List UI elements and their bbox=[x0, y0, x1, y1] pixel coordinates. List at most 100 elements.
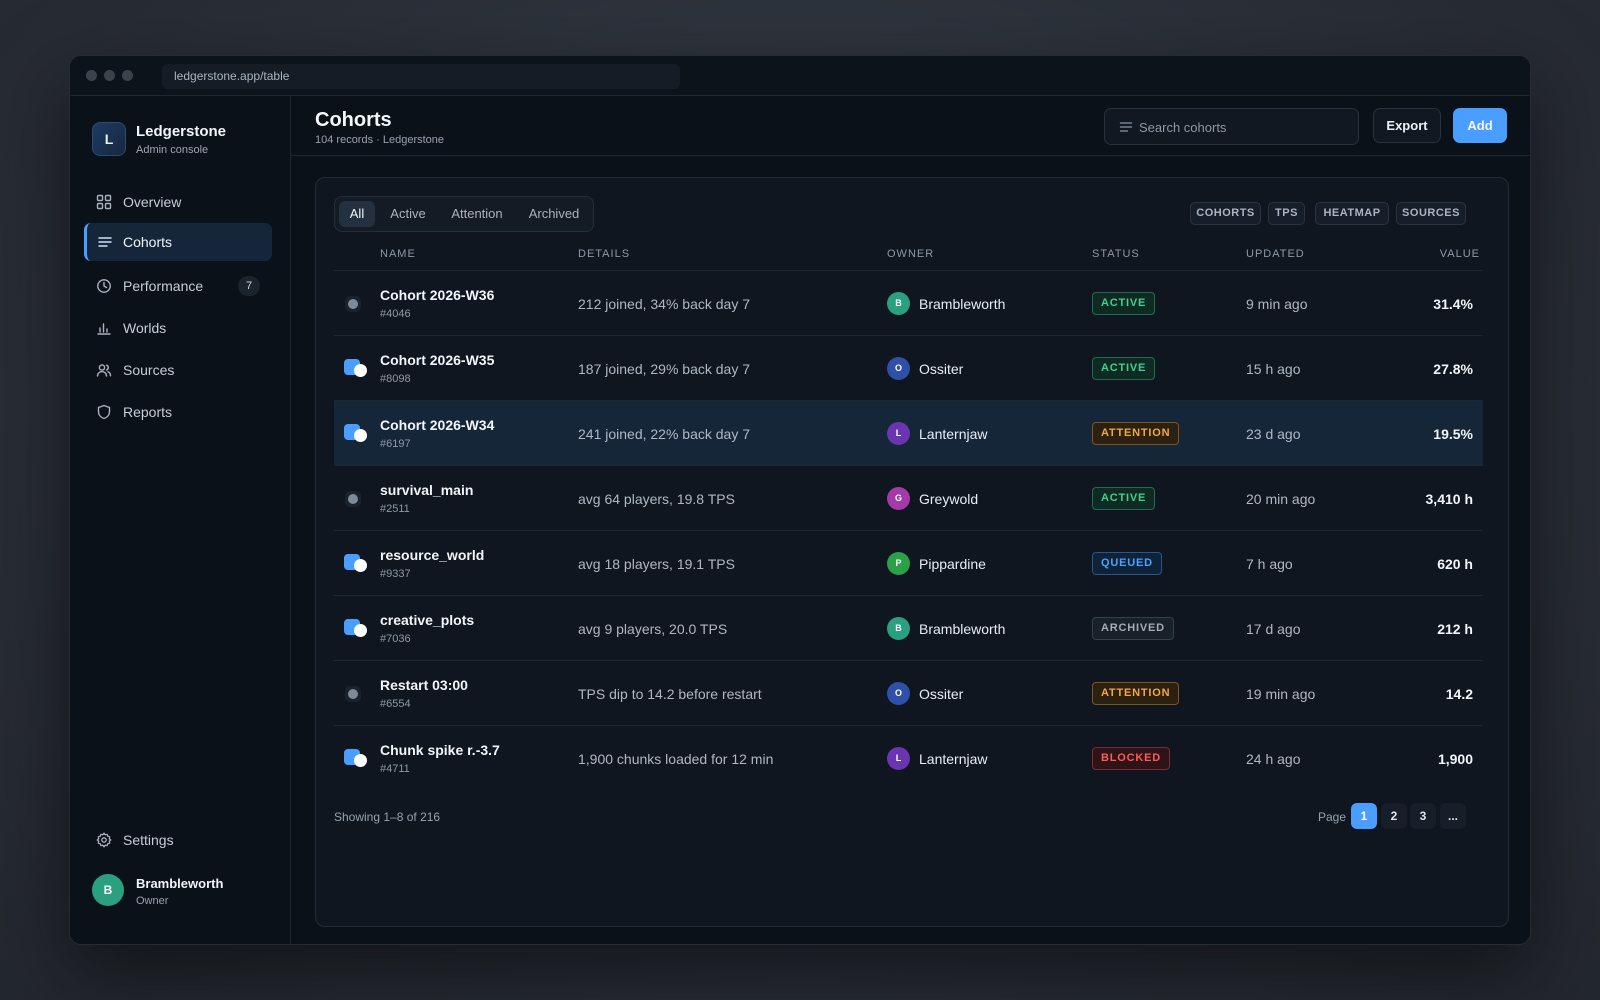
table-row[interactable]: resource_world #9337 avg 18 players, 19.1 … bbox=[334, 530, 1483, 595]
sidebar-item-label: Performance bbox=[123, 278, 204, 294]
row-updated: 15 h ago bbox=[1246, 361, 1301, 377]
tab-archived[interactable]: Archived bbox=[519, 201, 589, 227]
window-close-dot[interactable] bbox=[86, 70, 97, 81]
performance-count-badge: 7 bbox=[238, 276, 260, 296]
bar-chart-icon bbox=[97, 323, 111, 335]
column-header-owner[interactable]: OWNER bbox=[887, 248, 934, 260]
row-toggle[interactable] bbox=[344, 749, 367, 767]
table-row[interactable]: Cohort 2026-W35 #8098 187 joined, 29% back… bbox=[334, 335, 1483, 400]
row-toggle[interactable] bbox=[345, 296, 361, 312]
grid-icon bbox=[96, 194, 112, 210]
page-button-2[interactable]: 2 bbox=[1381, 803, 1407, 829]
user-role: Owner bbox=[136, 895, 169, 907]
row-name[interactable]: Cohort 2026-W34 bbox=[380, 417, 494, 433]
list-icon bbox=[98, 237, 112, 247]
owner-name: Pippardine bbox=[919, 556, 986, 572]
owner-avatar: P bbox=[887, 552, 910, 575]
chip-tps[interactable]: TPS bbox=[1268, 202, 1305, 225]
add-button[interactable]: Add bbox=[1453, 108, 1507, 143]
owner-name: Lanternjaw bbox=[919, 751, 988, 767]
chip-heatmap[interactable]: HEATMAP bbox=[1315, 202, 1389, 225]
row-details: 241 joined, 22% back day 7 bbox=[578, 426, 751, 442]
sidebar-item-performance[interactable]: Performance 7 bbox=[84, 267, 272, 305]
sidebar-item-sources[interactable]: Sources bbox=[84, 351, 272, 389]
owner-avatar: L bbox=[887, 747, 910, 770]
sidebar-item-reports[interactable]: Reports bbox=[84, 393, 272, 431]
row-name[interactable]: Chunk spike r.-3.7 bbox=[380, 742, 500, 758]
row-updated: 9 min ago bbox=[1246, 296, 1308, 312]
row-id: #6197 bbox=[380, 438, 411, 450]
table-row[interactable]: Restart 03:00 #6554 TPS dip to 14.2 before… bbox=[334, 660, 1483, 725]
row-name[interactable]: resource_world bbox=[380, 547, 484, 563]
row-id: #4711 bbox=[380, 763, 410, 775]
url-bar[interactable]: ledgerstone.app/table bbox=[162, 64, 680, 89]
row-value: 620 h bbox=[1437, 556, 1473, 572]
window-maximize-dot[interactable] bbox=[122, 70, 133, 81]
tab-attention[interactable]: Attention bbox=[439, 201, 515, 227]
row-toggle[interactable] bbox=[344, 619, 367, 637]
row-updated: 17 d ago bbox=[1246, 621, 1301, 637]
row-toggle[interactable] bbox=[344, 424, 367, 442]
search-input[interactable]: Search cohorts bbox=[1104, 108, 1359, 145]
page-button-1[interactable]: 1 bbox=[1351, 803, 1377, 829]
chip-sources[interactable]: SOURCES bbox=[1396, 202, 1466, 225]
status-badge: ACTIVE bbox=[1092, 292, 1156, 315]
sidebar-item-worlds[interactable]: Worlds bbox=[84, 309, 272, 347]
toggle-knob bbox=[348, 494, 358, 504]
tab-active[interactable]: Active bbox=[381, 201, 435, 227]
toggle-knob bbox=[354, 624, 367, 637]
search-placeholder: Search cohorts bbox=[1139, 120, 1227, 135]
owner-name: Lanternjaw bbox=[919, 426, 988, 442]
row-toggle[interactable] bbox=[344, 359, 367, 377]
column-header-status[interactable]: STATUS bbox=[1092, 248, 1140, 260]
toggle-knob bbox=[354, 364, 367, 377]
row-updated: 23 d ago bbox=[1246, 426, 1301, 442]
row-details: 187 joined, 29% back day 7 bbox=[578, 361, 751, 377]
table-row[interactable]: Cohort 2026-W34 #6197 241 joined, 22% back… bbox=[334, 400, 1483, 465]
sidebar-item-cohorts[interactable]: Cohorts bbox=[84, 223, 272, 261]
page-button-3[interactable]: 3 bbox=[1410, 803, 1436, 829]
row-value: 31.4% bbox=[1433, 296, 1473, 312]
row-id: #8098 bbox=[380, 373, 411, 385]
table-row[interactable]: Chunk spike r.-3.7 #4711 1,900 chunks load… bbox=[334, 725, 1483, 790]
page-label: Page bbox=[1318, 810, 1347, 824]
row-name[interactable]: Restart 03:00 bbox=[380, 677, 468, 693]
row-name[interactable]: Cohort 2026-W35 bbox=[380, 352, 494, 368]
export-button[interactable]: Export bbox=[1373, 108, 1441, 143]
column-header-name[interactable]: NAME bbox=[380, 248, 416, 260]
row-value: 212 h bbox=[1437, 621, 1473, 637]
column-header-value[interactable]: VALUE bbox=[1440, 248, 1480, 260]
column-header-updated[interactable]: UPDATED bbox=[1246, 248, 1305, 260]
tab-all[interactable]: All bbox=[339, 201, 375, 227]
chip-cohorts[interactable]: COHORTS bbox=[1190, 202, 1261, 225]
sidebar-item-settings[interactable]: Settings bbox=[84, 821, 272, 859]
row-toggle[interactable] bbox=[345, 686, 361, 702]
sidebar-item-overview[interactable]: Overview bbox=[84, 183, 272, 221]
owner-avatar: O bbox=[887, 682, 910, 705]
row-name[interactable]: Cohort 2026-W36 bbox=[380, 287, 494, 303]
row-name[interactable]: survival_main bbox=[380, 482, 473, 498]
sidebar-item-label: Reports bbox=[123, 404, 173, 420]
column-header-details[interactable]: DETAILS bbox=[578, 248, 630, 260]
owner-avatar: B bbox=[887, 617, 910, 640]
row-name[interactable]: creative_plots bbox=[380, 612, 474, 628]
status-badge: QUEUED bbox=[1092, 552, 1162, 575]
owner-avatar: B bbox=[887, 292, 910, 315]
page-button-more[interactable]: ... bbox=[1440, 803, 1466, 829]
user-avatar[interactable]: B bbox=[92, 874, 124, 906]
table-row[interactable]: Cohort 2026-W36 #4046 212 joined, 34% back… bbox=[334, 270, 1483, 335]
row-updated: 7 h ago bbox=[1246, 556, 1293, 572]
row-details: avg 18 players, 19.1 TPS bbox=[578, 556, 735, 572]
window-minimize-dot[interactable] bbox=[104, 70, 115, 81]
brand-name: Ledgerstone bbox=[136, 123, 227, 140]
table-row[interactable]: creative_plots #7036 avg 9 players, 20.0 T… bbox=[334, 595, 1483, 660]
row-details: avg 64 players, 19.8 TPS bbox=[578, 491, 735, 507]
sidebar: L Ledgerstone Admin console Overview Coh… bbox=[70, 96, 291, 944]
row-toggle[interactable] bbox=[345, 491, 361, 507]
row-details: avg 9 players, 20.0 TPS bbox=[578, 621, 728, 637]
gear-icon bbox=[96, 832, 112, 848]
row-value: 19.5% bbox=[1433, 426, 1473, 442]
status-badge: ATTENTION bbox=[1092, 422, 1180, 445]
table-row[interactable]: survival_main #2511 avg 64 players, 19.8 T… bbox=[334, 465, 1483, 530]
row-toggle[interactable] bbox=[344, 554, 367, 572]
